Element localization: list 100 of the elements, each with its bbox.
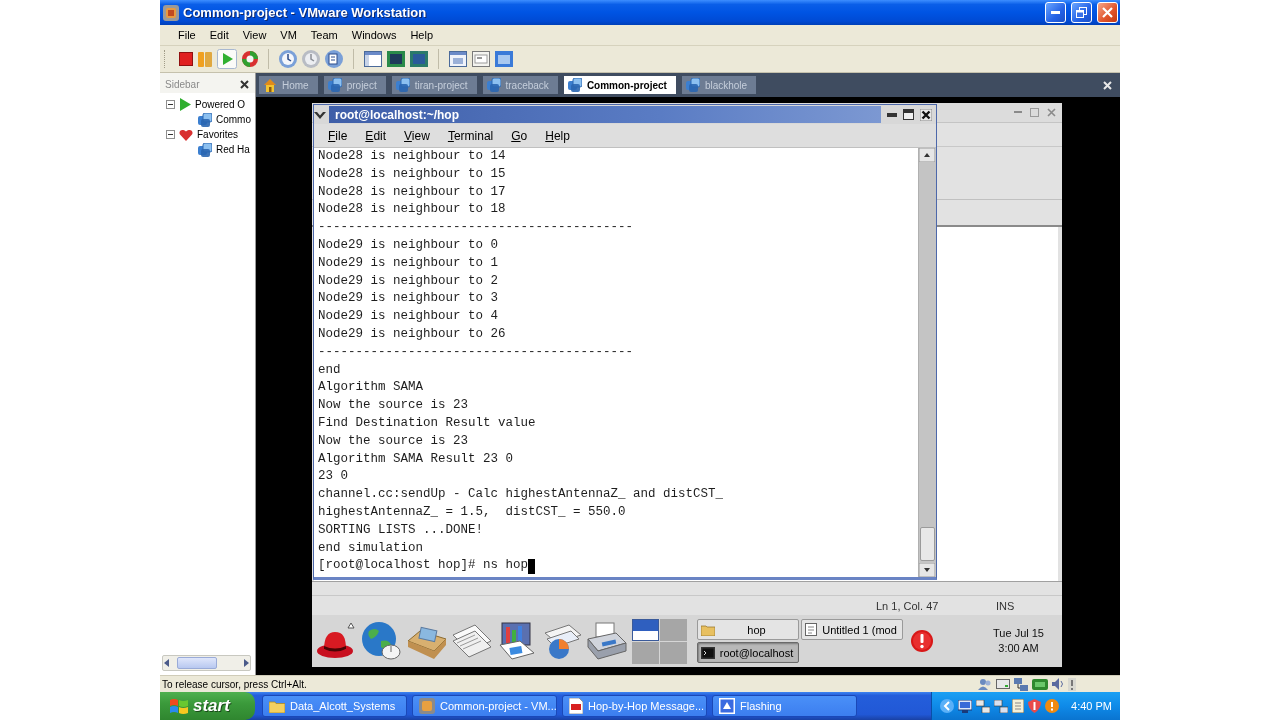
clock-time[interactable]: 3:00 AM — [998, 641, 1039, 656]
alert-icon[interactable] — [911, 630, 933, 652]
terminal-line: end simulation — [318, 539, 425, 557]
workspace-cell[interactable] — [632, 641, 659, 664]
close-button[interactable] — [1097, 2, 1118, 23]
taskbar-button[interactable]: Common-project - VM... — [412, 695, 557, 717]
terminal-line: Now the source is 23 — [318, 397, 470, 415]
terminal-line: Node28 is neighbour to 17 — [318, 183, 507, 201]
hint-icon[interactable] — [1068, 677, 1076, 691]
minimize-button[interactable] — [1045, 2, 1066, 23]
house-icon — [263, 78, 277, 92]
workspace-cell[interactable] — [660, 641, 687, 664]
expander-icon[interactable] — [166, 100, 175, 109]
close-icon[interactable] — [240, 79, 249, 89]
insert-mode: INS — [996, 599, 1016, 612]
clock-icon[interactable] — [279, 50, 297, 68]
window-list-button[interactable]: Untitled 1 (mod — [801, 619, 903, 640]
network-icon[interactable] — [1014, 677, 1028, 691]
console-icon[interactable] — [472, 51, 490, 67]
minimize-icon[interactable] — [887, 112, 897, 117]
menu-item[interactable]: Windows — [344, 29, 404, 41]
tree-item-label[interactable]: Commo — [216, 114, 251, 125]
refresh-icon[interactable] — [242, 51, 258, 67]
minimize-icon — [1051, 11, 1060, 14]
window-title: root@localhost:~/hop — [329, 106, 881, 123]
terminal-icon — [701, 646, 715, 659]
window-icon[interactable] — [364, 51, 382, 67]
heart-icon — [179, 128, 193, 141]
left-arrow-icon[interactable] — [163, 659, 171, 667]
speaker-icon[interactable] — [1052, 678, 1064, 690]
monitor-icon[interactable] — [958, 699, 973, 713]
vertical-scrollbar[interactable] — [918, 148, 936, 577]
window-list-button[interactable]: root@localhost — [697, 642, 799, 663]
terminal-line: Now the source is 23 — [318, 432, 470, 450]
menu-item[interactable]: View — [235, 29, 274, 41]
taskbar-button[interactable]: Hop-by-Hop Message... — [562, 695, 707, 717]
vm-icon — [395, 78, 410, 92]
maximize-icon[interactable] — [903, 109, 914, 120]
terminal-line: ------------------------------------------ — [318, 343, 635, 361]
network-icon[interactable] — [976, 699, 991, 713]
menu-item[interactable]: Terminal — [438, 128, 503, 143]
menu-item[interactable]: File — [171, 29, 203, 41]
down-arrow-icon[interactable] — [919, 563, 935, 577]
device-icon[interactable] — [1032, 678, 1048, 690]
tab[interactable]: Common-project — [563, 76, 676, 94]
menu-item[interactable]: File — [319, 128, 357, 143]
menu-item[interactable]: Help — [536, 128, 579, 143]
terminal-line: Node29 is neighbour to 0 — [318, 237, 500, 254]
menu-item[interactable]: VM — [273, 29, 304, 41]
clock-document-icon[interactable] — [325, 50, 343, 68]
up-arrow-icon[interactable] — [919, 148, 935, 162]
network-icon[interactable] — [994, 699, 1009, 713]
users-icon[interactable] — [978, 678, 992, 690]
menu-item[interactable]: Go — [502, 128, 537, 143]
fullscreen-icon[interactable] — [387, 51, 405, 67]
document-icon[interactable] — [1012, 699, 1025, 713]
window-icon[interactable] — [449, 51, 467, 67]
menu-item[interactable]: Edit — [202, 29, 236, 41]
window-menu-icon[interactable] — [314, 109, 326, 120]
drive-icon[interactable] — [996, 679, 1010, 689]
hat-icon[interactable] — [316, 621, 358, 661]
taskbar-button[interactable]: Flashing — [712, 695, 857, 717]
start-button[interactable]: start — [160, 692, 255, 720]
tree-item-label[interactable]: Favorites — [197, 129, 239, 140]
tree-item-label[interactable]: Red Ha — [216, 144, 250, 155]
terminal-line: end — [318, 361, 342, 379]
terminal-line: Node29 is neighbour to 4 — [318, 308, 500, 326]
terminal-line: Node28 is neighbour to 14 — [318, 148, 507, 165]
app-window-icon — [419, 698, 435, 714]
taskbar-button[interactable]: Data_Alcott_Systems — [262, 695, 407, 717]
menu-item[interactable]: Team — [303, 29, 345, 41]
window-list-button[interactable]: hop — [697, 619, 799, 640]
close-icon[interactable] — [920, 108, 932, 121]
globe-icon[interactable] — [361, 621, 403, 661]
window-icon[interactable] — [495, 51, 513, 67]
horizontal-scrollbar[interactable] — [162, 655, 251, 671]
shield-icon[interactable] — [1028, 699, 1042, 713]
restore-button[interactable] — [1071, 2, 1092, 23]
alert-icon[interactable] — [1045, 699, 1060, 713]
play-icon — [179, 98, 191, 111]
text-cursor — [528, 558, 536, 574]
vm-icon — [198, 112, 212, 127]
workspace-cell[interactable] — [632, 618, 659, 641]
terminal-line: Node29 is neighbour to 26 — [318, 325, 507, 343]
notepad-icon — [805, 623, 817, 636]
play-icon[interactable] — [217, 49, 237, 69]
vm-icon — [567, 78, 582, 92]
menu-item[interactable]: Help — [403, 29, 440, 41]
clock-date[interactable]: Tue Jul 15 — [993, 626, 1044, 641]
expander-icon[interactable] — [166, 130, 175, 139]
menu-item[interactable]: View — [395, 128, 439, 143]
vm-icon — [685, 78, 700, 92]
scrollbar-thumb[interactable] — [177, 657, 217, 669]
right-arrow-icon[interactable] — [242, 659, 250, 667]
printer-icon[interactable] — [586, 621, 628, 661]
clock-time[interactable]: 4:40 PM — [1071, 700, 1112, 712]
scrollbar-thumb[interactable] — [920, 527, 935, 561]
workspace-cell[interactable] — [660, 618, 687, 641]
menu-item[interactable]: Edit — [356, 128, 396, 143]
tree-item-label[interactable]: Powered O — [195, 99, 246, 110]
